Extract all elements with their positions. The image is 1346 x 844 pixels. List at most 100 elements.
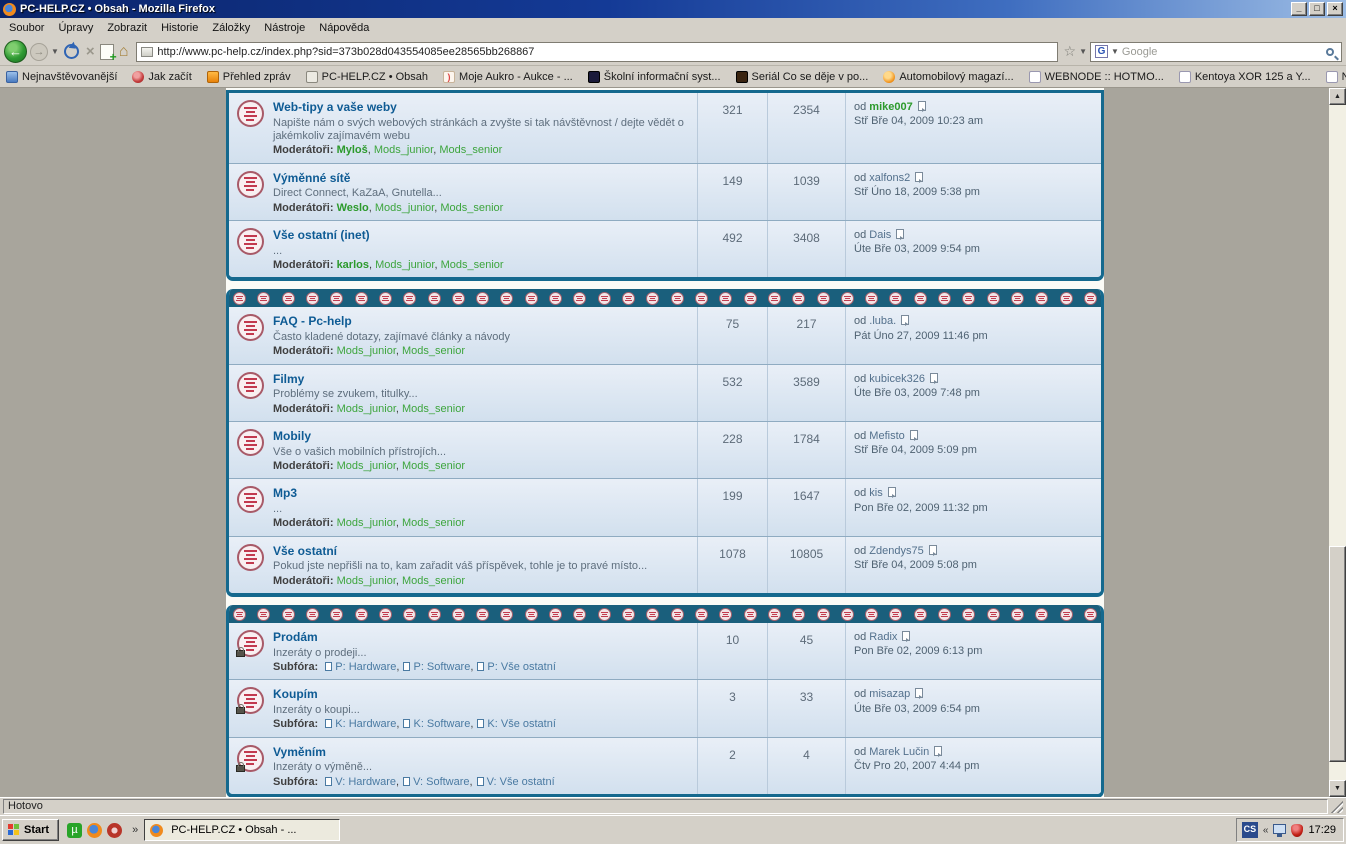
forum-title-link[interactable]: Vše ostatní (inet): [273, 228, 370, 243]
bookmark-dropdown-icon[interactable]: ▼: [1079, 47, 1087, 56]
bookmark-item[interactable]: Automobilový magazí...: [883, 71, 1013, 83]
moderator-link[interactable]: karlos: [337, 259, 369, 271]
forum-title-link[interactable]: Mp3: [273, 486, 297, 501]
subforum-link[interactable]: P: Software: [413, 661, 470, 673]
menu-item-zobrazit[interactable]: Zobrazit: [100, 20, 154, 36]
moderator-link[interactable]: Mods_senior: [402, 517, 465, 529]
antivirus-shield-icon[interactable]: [1291, 824, 1303, 837]
reload-button[interactable]: [64, 44, 79, 59]
subforum-link[interactable]: K: Hardware: [335, 718, 396, 730]
last-post-author-link[interactable]: Radix: [869, 631, 897, 643]
back-button[interactable]: ←: [4, 40, 27, 63]
forum-title-link[interactable]: Mobily: [273, 429, 311, 444]
subforum-link[interactable]: V: Hardware: [335, 776, 396, 788]
moderator-link[interactable]: Mods_senior: [402, 403, 465, 415]
forum-title-link[interactable]: Vyměním: [273, 745, 326, 760]
utorrent-icon[interactable]: µ: [67, 823, 82, 838]
moderator-link[interactable]: Mods_junior: [337, 575, 396, 587]
bookmark-item[interactable]: )Moje Aukro - Aukce - ...: [443, 71, 573, 83]
moderator-link[interactable]: Weslo: [337, 202, 369, 214]
subforum-link[interactable]: V: Software: [413, 776, 469, 788]
moderator-link[interactable]: Myloš: [337, 144, 368, 156]
bookmark-star-icon[interactable]: ☆: [1064, 43, 1077, 60]
forward-button[interactable]: →: [30, 43, 48, 61]
moderator-link[interactable]: Mods_junior: [374, 144, 433, 156]
goto-last-post-icon[interactable]: [934, 746, 942, 756]
quicklaunch-overflow-chevron[interactable]: »: [130, 824, 140, 836]
moderator-link[interactable]: Mods_senior: [441, 259, 504, 271]
goto-last-post-icon[interactable]: [888, 487, 896, 497]
firefox-icon[interactable]: [87, 823, 102, 838]
menu-item-záložky[interactable]: Záložky: [205, 20, 257, 36]
last-post-author-link[interactable]: misazap: [869, 688, 910, 700]
bookmark-item[interactable]: PC-HELP.CZ • Obsah: [306, 71, 428, 83]
moderator-link[interactable]: Mods_senior: [439, 144, 502, 156]
new-tab-button[interactable]: [100, 44, 114, 60]
scrollbar-thumb[interactable]: [1329, 546, 1346, 762]
goto-last-post-icon[interactable]: [929, 545, 937, 555]
subforum-link[interactable]: P: Hardware: [335, 661, 396, 673]
moderator-link[interactable]: Mods_senior: [402, 460, 465, 472]
forum-title-link[interactable]: Výměnné sítě: [273, 171, 350, 186]
start-button[interactable]: Start: [2, 819, 59, 841]
goto-last-post-icon[interactable]: [915, 688, 923, 698]
goto-last-post-icon[interactable]: [930, 373, 938, 383]
home-button[interactable]: ⌂: [117, 44, 131, 60]
forum-title-link[interactable]: FAQ - Pc-help: [273, 314, 352, 329]
address-bar[interactable]: http://www.pc-help.cz/index.php?sid=373b…: [136, 42, 1057, 62]
menu-item-historie[interactable]: Historie: [154, 20, 205, 36]
menu-item-nápověda[interactable]: Nápověda: [312, 20, 376, 36]
moderator-link[interactable]: Mods_junior: [337, 517, 396, 529]
moderator-link[interactable]: Mods_junior: [337, 403, 396, 415]
menu-item-úpravy[interactable]: Úpravy: [51, 20, 100, 36]
last-post-author-link[interactable]: Zdendys75: [869, 545, 923, 557]
google-engine-icon[interactable]: G: [1095, 45, 1108, 58]
bookmark-item[interactable]: NOLAN N103 CLASSI...: [1326, 71, 1346, 83]
moderator-link[interactable]: Mods_junior: [337, 460, 396, 472]
subforum-link[interactable]: P: Vše ostatní: [487, 661, 555, 673]
last-post-author-link[interactable]: mike007: [869, 101, 912, 113]
forum-title-link[interactable]: Prodám: [273, 630, 318, 645]
moderator-link[interactable]: Mods_junior: [337, 345, 396, 357]
subforum-link[interactable]: V: Vše ostatní: [487, 776, 555, 788]
goto-last-post-icon[interactable]: [910, 430, 918, 440]
moderator-link[interactable]: Mods_senior: [402, 575, 465, 587]
forum-title-link[interactable]: Vše ostatní: [273, 544, 337, 559]
moderator-link[interactable]: Mods_junior: [375, 259, 434, 271]
scroll-up-arrow[interactable]: ▲: [1329, 88, 1346, 105]
search-input[interactable]: Google: [1122, 46, 1323, 58]
scroll-down-arrow[interactable]: ▼: [1329, 780, 1346, 797]
last-post-author-link[interactable]: xalfons2: [869, 172, 910, 184]
moderator-link[interactable]: Mods_junior: [375, 202, 434, 214]
forum-title-link[interactable]: Filmy: [273, 372, 304, 387]
moderator-link[interactable]: Mods_senior: [402, 345, 465, 357]
vertical-scrollbar[interactable]: ▲ ▼: [1329, 88, 1346, 797]
close-button[interactable]: ×: [1327, 2, 1343, 16]
menu-item-soubor[interactable]: Soubor: [2, 20, 51, 36]
last-post-author-link[interactable]: Marek Lučin: [869, 746, 929, 758]
search-icon[interactable]: [1326, 48, 1334, 56]
bookmark-item[interactable]: Přehled zpráv: [207, 71, 291, 83]
history-dropdown-icon[interactable]: ▼: [51, 47, 59, 56]
opera-icon[interactable]: [107, 823, 122, 838]
bookmark-item[interactable]: Jak začít: [132, 71, 191, 83]
goto-last-post-icon[interactable]: [896, 229, 904, 239]
goto-last-post-icon[interactable]: [918, 101, 926, 111]
minimize-button[interactable]: _: [1291, 2, 1307, 16]
maximize-button[interactable]: □: [1309, 2, 1325, 16]
tray-collapse-chevron[interactable]: «: [1263, 825, 1269, 836]
forum-title-link[interactable]: Koupím: [273, 687, 318, 702]
goto-last-post-icon[interactable]: [901, 315, 909, 325]
taskbar-window-button[interactable]: PC-HELP.CZ • Obsah - ...: [144, 819, 340, 841]
search-engine-dropdown-icon[interactable]: ▼: [1111, 47, 1119, 56]
subforum-link[interactable]: K: Vše ostatní: [487, 718, 555, 730]
last-post-author-link[interactable]: Mefisto: [869, 430, 904, 442]
last-post-author-link[interactable]: Dais: [869, 229, 891, 241]
search-box[interactable]: G ▼ Google: [1090, 42, 1342, 62]
last-post-author-link[interactable]: .luba.: [869, 315, 896, 327]
goto-last-post-icon[interactable]: [902, 631, 910, 641]
resize-grip[interactable]: [1331, 801, 1343, 813]
subforum-link[interactable]: K: Software: [413, 718, 470, 730]
taskbar-clock[interactable]: 17:29: [1308, 824, 1336, 836]
forum-title-link[interactable]: Web-tipy a vaše weby: [273, 100, 397, 115]
